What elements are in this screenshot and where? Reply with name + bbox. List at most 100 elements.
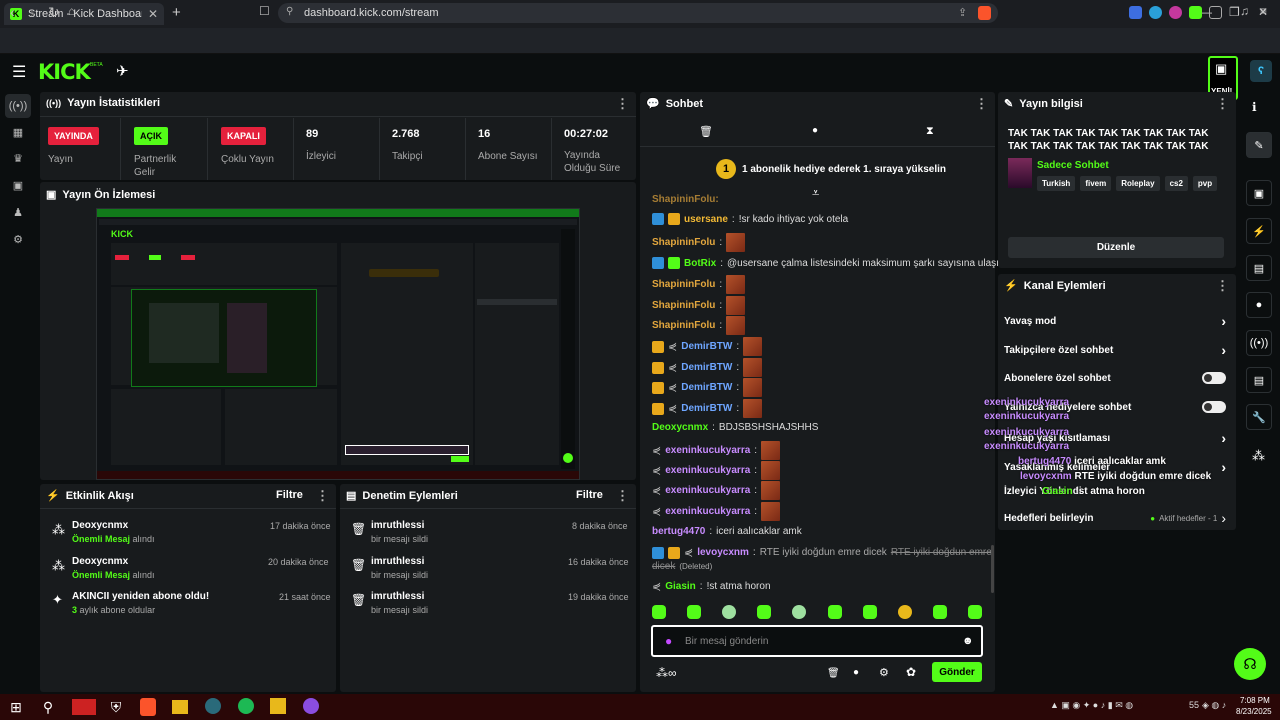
wrench-icon[interactable]: 🔧 xyxy=(1246,404,1272,430)
bookmark-icon[interactable]: ☐ xyxy=(259,4,270,18)
spotify-icon[interactable] xyxy=(238,698,254,714)
reload-icon[interactable]: ↻ xyxy=(48,4,60,21)
menu-icon[interactable]: ≡ xyxy=(1260,4,1267,18)
app-icon[interactable] xyxy=(270,698,286,714)
activity-user[interactable]: Deoxycnmx xyxy=(72,520,128,531)
brave-icon[interactable] xyxy=(140,698,156,716)
chat-mode-icon[interactable]: ● xyxy=(812,125,818,136)
nav-clips-icon[interactable]: ▣ xyxy=(5,173,31,197)
edit-button[interactable]: Düzenle xyxy=(1008,237,1224,258)
settings-icon[interactable]: ⚙ xyxy=(879,666,889,679)
chat-username[interactable]: ShapininFolu xyxy=(652,237,715,248)
nav-settings-icon[interactable]: ⚙ xyxy=(5,227,31,251)
kick-logo[interactable]: KICK xyxy=(38,60,91,84)
multistream-badge[interactable]: KAPALI xyxy=(221,127,266,145)
activity-more-icon[interactable]: ⋮ xyxy=(316,488,329,504)
subs-only-row[interactable]: Abonelere özel sohbet xyxy=(1004,372,1226,384)
nav-community-icon[interactable]: ♟ xyxy=(5,200,31,224)
community-icon[interactable]: ⁂ xyxy=(1252,448,1265,464)
stream-info-more-icon[interactable]: ⋮ xyxy=(1216,96,1229,112)
chat-username[interactable]: exeninkucukyarra xyxy=(665,445,750,456)
chat-input-box[interactable]: ● Bir mesaj gönderin ☻ xyxy=(651,625,983,657)
chat-username[interactable]: Deoxycnmx xyxy=(652,422,708,433)
emote-icon[interactable] xyxy=(652,605,666,619)
emote-icon[interactable] xyxy=(757,605,772,619)
moderator-name[interactable]: imruthlessi xyxy=(371,520,424,531)
chat-username[interactable]: usersane xyxy=(684,214,728,225)
activity-filter-button[interactable]: Filtre xyxy=(276,489,303,501)
emote-icon[interactable] xyxy=(792,605,807,619)
nav-analytics-icon[interactable]: ▦ xyxy=(5,120,31,144)
chat-username[interactable]: DemirBTW xyxy=(681,362,732,373)
clock-date[interactable]: 8/23/2025 xyxy=(1236,707,1272,716)
emote-icon[interactable] xyxy=(827,605,842,619)
hourglass-icon[interactable]: ⧗ xyxy=(926,125,934,138)
profile-avatar[interactable]: ʕ xyxy=(1250,60,1272,82)
chat-scrollbar[interactable] xyxy=(991,545,994,593)
chat-more-icon[interactable]: ⋮ xyxy=(975,96,988,112)
community-icon[interactable]: ⁂∞ xyxy=(656,666,677,680)
moderator-name[interactable]: imruthlessi xyxy=(371,591,424,602)
chat-username[interactable]: BotRix xyxy=(684,258,716,269)
extension-icon[interactable] xyxy=(1149,6,1162,19)
home-icon[interactable]: ⌂ xyxy=(68,4,75,18)
url-bar[interactable]: ⚲ dashboard.kick.com/stream ⇪ xyxy=(278,3,998,23)
chat-username[interactable]: exeninkucukyarra xyxy=(665,506,750,517)
edit-icon[interactable]: ✎ xyxy=(1246,132,1272,158)
info-icon[interactable]: ℹ xyxy=(1252,100,1257,114)
windows-start-icon[interactable]: ⊞ xyxy=(6,697,26,717)
tag[interactable]: Turkish xyxy=(1037,176,1076,191)
stream-preview-video[interactable]: KICK xyxy=(96,208,580,480)
chat-username[interactable]: exeninkucukyarra xyxy=(665,465,750,476)
moderator-name[interactable]: imruthlessi xyxy=(371,556,424,567)
document-icon[interactable]: ▤ xyxy=(1246,255,1272,281)
partner-badge[interactable]: AÇIK xyxy=(134,127,168,145)
browser-tab[interactable]: K Stream - Kick Dashboard ✕ xyxy=(4,3,164,25)
site-info-icon[interactable]: ⚲ xyxy=(286,6,293,17)
chat-username[interactable]: ShapininFolu xyxy=(652,279,715,290)
shield-icon[interactable]: ⛨ xyxy=(106,697,126,717)
emote-icon[interactable] xyxy=(722,605,737,619)
extension-icon[interactable] xyxy=(1189,6,1202,19)
rocket-icon[interactable]: ✈ xyxy=(116,62,129,80)
sticker-icon[interactable]: ✿ xyxy=(906,665,916,679)
moderation-filter-button[interactable]: Filtre xyxy=(576,489,603,501)
category-link[interactable]: Sadece Sohbet xyxy=(1037,160,1109,171)
stats-more-icon[interactable]: ⋮ xyxy=(616,96,629,112)
mic-icon[interactable]: ● xyxy=(665,634,672,648)
layout-icon[interactable]: ▤ xyxy=(1246,367,1272,393)
emote-icon[interactable] xyxy=(687,605,702,619)
chat-username[interactable]: DemirBTW xyxy=(681,403,732,414)
activity-user[interactable]: Deoxycnmx xyxy=(72,556,128,567)
support-button[interactable]: ☊ xyxy=(1234,648,1266,680)
brave-shield-icon[interactable] xyxy=(978,6,991,20)
chat-username[interactable]: DemirBTW xyxy=(681,382,732,393)
tag[interactable]: pvp xyxy=(1192,176,1218,191)
send-button[interactable]: Gönder xyxy=(932,662,982,682)
moderation-more-icon[interactable]: ⋮ xyxy=(616,488,629,504)
chat-username[interactable]: bertug4470 xyxy=(652,526,705,537)
tag[interactable]: fivem xyxy=(1080,176,1112,191)
app-icon[interactable] xyxy=(72,699,96,715)
extension-icon[interactable] xyxy=(1129,6,1142,19)
category-thumbnail[interactable] xyxy=(1008,158,1032,188)
chat-username[interactable]: Giasin xyxy=(665,581,696,592)
emote-icon[interactable] xyxy=(862,605,877,619)
clock-time[interactable]: 7:08 PM xyxy=(1240,696,1270,705)
bolt-icon[interactable]: ⚡ xyxy=(1246,218,1272,244)
sidebar-toggle-icon[interactable] xyxy=(1209,6,1222,19)
tray-icons[interactable]: ▲ ▣ ◉ ✦ ● ♪ ▮ ✉ ◍ xyxy=(1050,700,1133,711)
tag[interactable]: cs2 xyxy=(1164,176,1188,191)
screenshot-icon[interactable]: ▣ xyxy=(1246,180,1272,206)
broadcast-icon[interactable]: ((•)) xyxy=(1246,330,1272,356)
tag[interactable]: Roleplay xyxy=(1116,176,1160,191)
chat-icon[interactable]: ● xyxy=(1246,292,1272,318)
new-tab-icon[interactable]: + xyxy=(172,4,181,21)
back-icon[interactable]: ‹ xyxy=(10,4,15,20)
followers-only-row[interactable]: Takipçilere özel sohbet › xyxy=(1004,342,1226,358)
chat-username[interactable]: ShapininFolu xyxy=(652,320,715,331)
playlist-icon[interactable]: ♫ xyxy=(1240,4,1249,18)
search-icon[interactable]: ⚲ xyxy=(38,697,58,717)
trash-icon[interactable]: 🗑 xyxy=(827,668,840,679)
chat-username[interactable]: exeninkucukyarra xyxy=(665,485,750,496)
